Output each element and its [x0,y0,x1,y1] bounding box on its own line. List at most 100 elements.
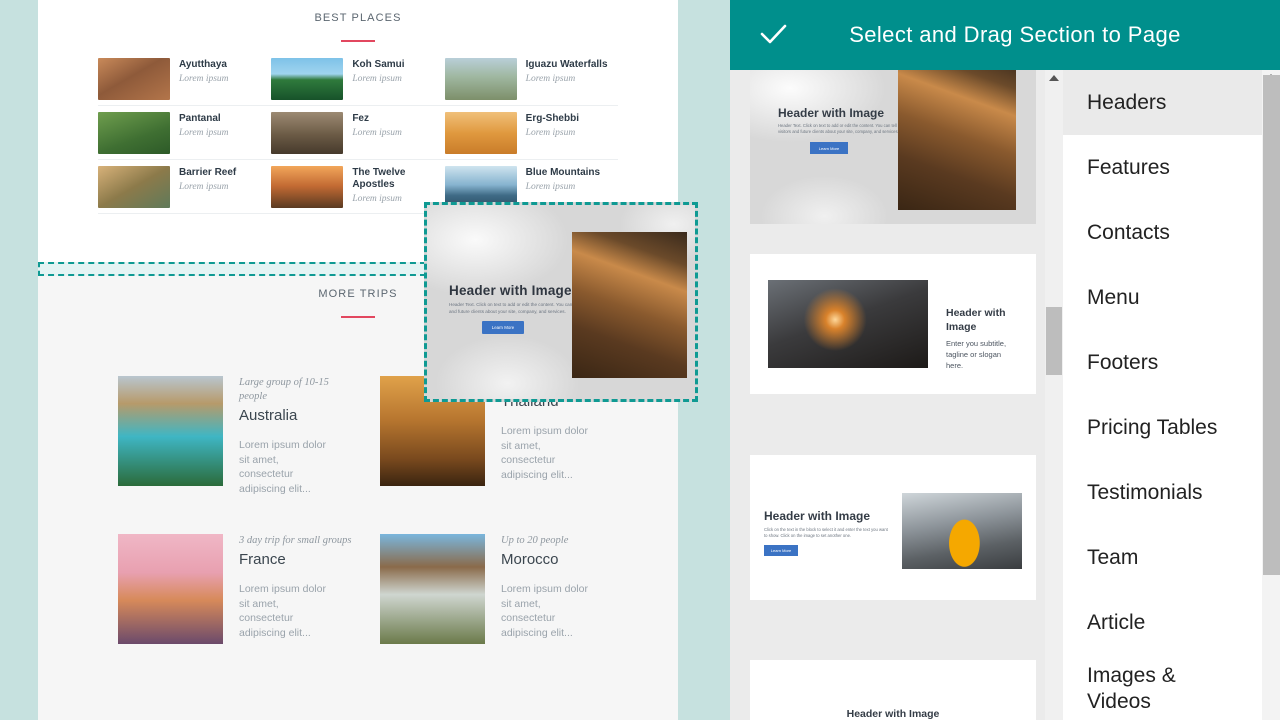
place-card[interactable]: Erg-Shebbi Lorem ipsum [445,106,618,160]
category-item-headers[interactable]: Headers [1063,70,1262,135]
place-name: Koh Samui [352,59,404,71]
place-name: Erg-Shebbi [526,113,579,125]
trip-meta: Up to 20 people [501,534,597,548]
place-name: Fez [352,113,402,125]
trip-name: Morocco [501,551,597,568]
app-root: BEST PLACES Ayutthaya Lorem ipsum Koh Sa… [0,0,1280,720]
thumbnail-heading: Header with Image [750,708,1036,720]
thumbnail-heading: Header with Image [946,306,1020,334]
category-item-images-videos[interactable]: Images & Videos [1063,655,1262,720]
category-label: Features [1087,155,1170,181]
place-image [98,58,170,100]
category-item-contacts[interactable]: Contacts [1063,200,1262,265]
category-label: Contacts [1087,220,1170,246]
ghost-photo [572,232,687,378]
place-card[interactable]: Ayutthaya Lorem ipsum [98,52,271,106]
place-name: Iguazu Waterfalls [526,59,608,71]
ghost-heading: Header with Image [449,283,572,298]
place-subtitle: Lorem ipsum [179,74,229,84]
category-item-footers[interactable]: Footers [1063,330,1262,395]
category-label: Headers [1087,90,1166,116]
dragged-section-preview[interactable]: Header with Image Header Text. Click on … [424,202,698,402]
place-image [271,58,343,100]
trip-body: Lorem ipsum dolor sit amet, consectetur … [501,582,597,640]
check-icon[interactable] [756,18,790,52]
place-subtitle: Lorem ipsum [179,128,229,138]
thumbnail-body: Click on the text in the block to select… [764,527,888,540]
place-subtitle: Lorem ipsum [352,128,402,138]
place-image [98,166,170,208]
trip-image [118,534,223,644]
place-subtitle: Lorem ipsum [526,128,579,138]
trip-body: Lorem ipsum dolor sit amet, consectetur … [239,582,335,640]
trip-image [380,534,485,644]
thumbnail-photo [898,70,1016,210]
thumbnail-heading: Header with Image [778,106,884,120]
category-list[interactable]: Headers Features Contacts Menu Footers P… [1063,70,1262,720]
trip-card[interactable]: 3 day trip for small groups France Lorem… [118,534,356,644]
thumbnail-photo [902,493,1022,569]
panel-scrollbar[interactable] [1262,70,1280,720]
place-card[interactable]: Koh Samui Lorem ipsum [271,52,444,106]
thumbnail-learn-more-button[interactable]: Learn More [764,545,798,556]
category-item-menu[interactable]: Menu [1063,265,1262,330]
place-card[interactable]: Iguazu Waterfalls Lorem ipsum [445,52,618,106]
section-thumbnail[interactable]: Header with Image Click on the text in t… [750,455,1036,600]
panel-title: Select and Drag Section to Page [790,22,1240,48]
scrollbar-thumb[interactable] [1046,307,1062,375]
place-name: The Twelve Apostles [352,167,436,191]
trip-card[interactable]: Large group of 10-15 people Australia Lo… [118,376,356,496]
place-image [271,166,343,208]
place-name: Ayutthaya [179,59,229,71]
website-canvas[interactable]: BEST PLACES Ayutthaya Lorem ipsum Koh Sa… [0,0,730,720]
trip-name: France [239,551,352,568]
thumbnail-photo [768,280,928,368]
trip-image [118,376,223,486]
category-label: Footers [1087,350,1158,376]
trip-body: Lorem ipsum dolor sit amet, consectetur … [501,424,597,482]
place-card[interactable]: Pantanal Lorem ipsum [98,106,271,160]
trip-meta: 3 day trip for small groups [239,534,352,548]
title-rule [341,40,375,42]
place-image [445,112,517,154]
place-name: Blue Mountains [526,167,600,179]
thumbnail-body: Enter you subtitle, tagline or slogan he… [946,338,1018,371]
thumbnail-learn-more-button[interactable]: Learn More [810,142,848,154]
category-label: Team [1087,545,1138,571]
category-label: Pricing Tables [1087,415,1217,441]
thumbnail-heading: Header with Image [764,509,870,523]
place-card[interactable]: Fez Lorem ipsum [271,106,444,160]
section-thumbnail-list[interactable]: Header with Image Header Text. Click on … [745,70,1061,720]
place-card[interactable]: The Twelve Apostles Lorem ipsum [271,160,444,214]
place-subtitle: Lorem ipsum [526,182,600,192]
place-image [445,58,517,100]
thumbnail-scrollbar[interactable] [1045,70,1063,720]
scroll-up-arrow-icon[interactable] [1049,75,1059,81]
drop-indicator [38,262,426,276]
category-item-pricing-tables[interactable]: Pricing Tables [1063,395,1262,460]
scrollbar-thumb[interactable] [1263,75,1280,575]
category-label: Article [1087,610,1145,636]
place-subtitle: Lorem ipsum [179,182,236,192]
trip-name: Australia [239,407,356,424]
panel-header: Select and Drag Section to Page [730,0,1280,70]
title-rule [341,316,375,318]
place-image [271,112,343,154]
ghost-learn-more-button[interactable]: Learn More [482,321,524,334]
place-subtitle: Lorem ipsum [526,74,608,84]
section-thumbnail[interactable]: Header with Image Enter you subtitle, ta… [750,254,1036,394]
category-label: Testimonials [1087,480,1203,506]
category-item-article[interactable]: Article [1063,590,1262,655]
category-label: Images & Videos [1087,663,1183,715]
section-thumbnail[interactable]: Header with Image [750,660,1036,720]
place-card[interactable]: Barrier Reef Lorem ipsum [98,160,271,214]
trip-card[interactable]: Up to 20 people Morocco Lorem ipsum dolo… [380,534,618,644]
category-label: Menu [1087,285,1140,311]
category-item-features[interactable]: Features [1063,135,1262,200]
best-places-grid: Ayutthaya Lorem ipsum Koh Samui Lorem ip… [98,52,618,214]
category-item-testimonials[interactable]: Testimonials [1063,460,1262,525]
more-trips-grid: Large group of 10-15 people Australia Lo… [118,376,618,644]
category-item-team[interactable]: Team [1063,525,1262,590]
thumbnail-body: Header Text. Click on text to add or edi… [778,123,918,136]
section-thumbnail[interactable]: Header with Image Header Text. Click on … [750,70,1036,224]
